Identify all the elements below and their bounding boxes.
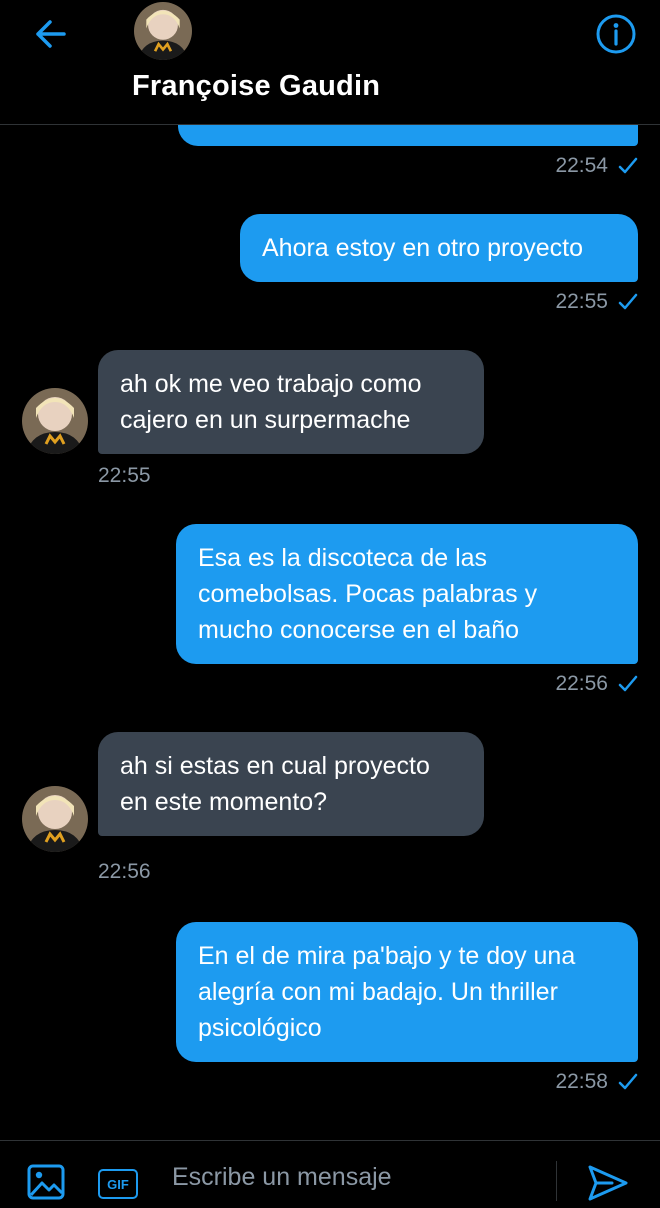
check-icon	[618, 157, 638, 174]
message-text-line: en este momento?	[120, 788, 328, 816]
message-input[interactable]	[172, 1159, 552, 1195]
message-text-line: comebolsas. Pocas palabras y	[198, 580, 538, 608]
message-timestamp: 22:58	[555, 1070, 638, 1094]
message-text: Ahora estoy en otro proyecto	[262, 234, 584, 262]
send-button[interactable]	[586, 1163, 630, 1203]
message-text-line: mucho conocerse en el baño	[198, 616, 520, 644]
info-icon	[596, 14, 636, 54]
message-text-line: ah ok me veo trabajo como	[120, 370, 422, 398]
message-timestamp: 22:55	[555, 290, 638, 314]
check-icon	[618, 1073, 638, 1090]
outgoing-message[interactable]: Ahora estoy en otro proyecto	[240, 214, 638, 282]
contact-name[interactable]: Françoise Gaudin	[132, 70, 380, 103]
message-composer: GIF	[0, 1140, 660, 1201]
incoming-message[interactable]: ah ok me veo trabajo como cajero en un s…	[98, 350, 484, 454]
conversation-header: Françoise Gaudin	[0, 0, 660, 125]
check-icon	[618, 293, 638, 310]
incoming-message[interactable]: ah si estas en cual proyecto en este mom…	[98, 732, 484, 836]
media-button[interactable]	[26, 1163, 66, 1201]
message-timestamp: 22:54	[555, 154, 638, 178]
contact-avatar[interactable]	[134, 2, 192, 60]
contact-avatar[interactable]	[22, 388, 88, 454]
message-timestamp: 22:56	[555, 672, 638, 696]
message-timestamp: 22:55	[98, 464, 151, 487]
contact-avatar[interactable]	[22, 786, 88, 852]
message-text-line: alegría con mi badajo. Un thriller	[198, 978, 558, 1006]
composer-divider	[556, 1161, 557, 1201]
message-text-line: En el de mira pa'bajo y te doy una	[198, 942, 576, 970]
message-text-line: cajero en un surpermache	[120, 406, 411, 434]
send-icon	[588, 1165, 628, 1201]
arrow-left-icon	[36, 20, 66, 48]
outgoing-message[interactable]: Esa es la discoteca de las comebolsas. P…	[176, 524, 638, 664]
message-timestamp: 22:56	[98, 860, 151, 883]
message-thread[interactable]: 22:54 Ahora estoy en otro proyecto 22:55…	[0, 0, 660, 1140]
back-button[interactable]	[30, 14, 74, 54]
image-icon	[27, 1164, 65, 1200]
info-button[interactable]	[594, 12, 638, 56]
check-icon	[618, 675, 638, 692]
gif-button[interactable]: GIF	[98, 1169, 138, 1199]
message-text-line: psicológico	[198, 1014, 322, 1042]
outgoing-message[interactable]: En el de mira pa'bajo y te doy una alegr…	[176, 922, 638, 1062]
message-text-line: ah si estas en cual proyecto	[120, 752, 430, 780]
message-text-line: Esa es la discoteca de las	[198, 544, 488, 572]
